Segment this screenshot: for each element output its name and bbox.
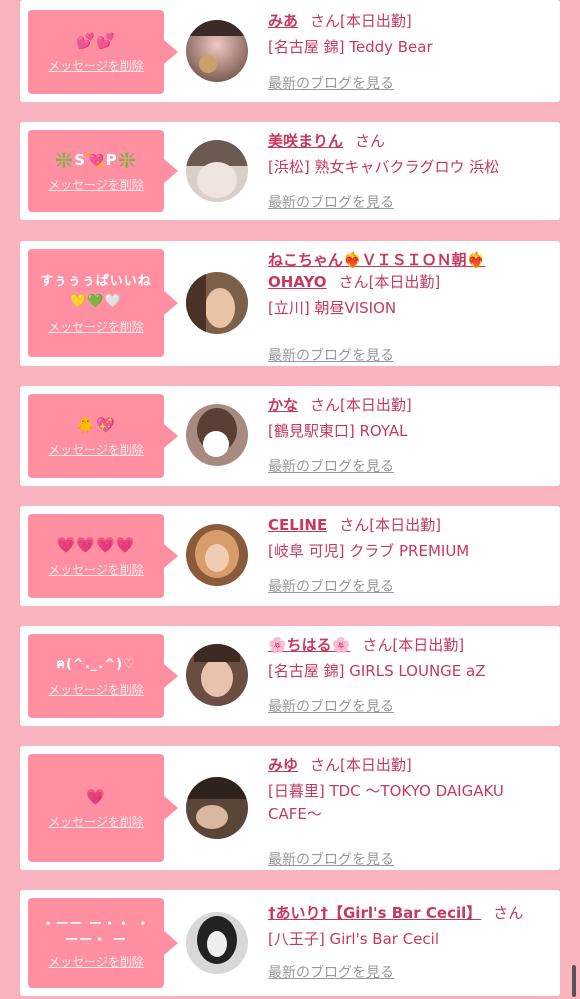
list-item: すぅぅぅぱいいね💛💚🤍 メッセージを削除 ねこちゃん❤️‍🔥ＶＩＳＩＯＮ朝❤️‍… <box>20 241 560 366</box>
honorific: さん <box>310 12 341 30</box>
message-text: 💗 <box>86 787 106 806</box>
cast-name-link[interactable]: みゆ <box>268 756 298 774</box>
message-text: すぅぅぅぱいいね💛💚🤍 <box>40 273 152 309</box>
message-bubble: 💕💕 メッセージを削除 <box>28 10 178 94</box>
delete-message-button[interactable]: メッセージを削除 <box>48 681 144 698</box>
cast-name-link[interactable]: みあ <box>268 12 298 30</box>
honorific: さん <box>338 273 369 291</box>
list-item: ฅ(^._.^)♡ メッセージを削除 🌸ちはる🌸 さん[本日出勤] [名古屋 錦]… <box>20 626 560 726</box>
message-bubble: ฅ(^._.^)♡ メッセージを削除 <box>28 634 178 718</box>
list-item: ・ーー ー・・ ・ーー・ ー メッセージを削除 †あいり†【Girl's Bar… <box>20 890 560 996</box>
delete-message-button[interactable]: メッセージを削除 <box>48 176 144 193</box>
message-text: 🐥💖 <box>76 415 116 434</box>
honorific: さん <box>339 516 370 534</box>
delete-message-button[interactable]: メッセージを削除 <box>48 318 144 335</box>
avatar[interactable] <box>186 20 248 82</box>
delete-message-button[interactable]: メッセージを削除 <box>48 813 144 830</box>
shop-name: [鶴見駅東口] ROYAL <box>268 422 408 440</box>
status-badge: [本日出勤] <box>340 12 412 30</box>
message-bubble: 💗 メッセージを削除 <box>28 754 178 862</box>
avatar[interactable] <box>186 140 248 202</box>
cast-name-link[interactable]: 🌸ちはる🌸 <box>268 636 350 654</box>
latest-blog-link[interactable]: 最新のブログを見る <box>268 345 394 365</box>
message-bubble: ❇️S💘P❇️ メッセージを削除 <box>28 130 178 212</box>
list-item: 🐥💖 メッセージを削除 かな さん[本日出勤] [鶴見駅東口] ROYAL 最新の… <box>20 386 560 486</box>
shop-name: [岐阜 可児] クラブ PREMIUM <box>268 542 470 560</box>
status-badge: [本日出勤] <box>368 273 441 291</box>
delete-message-button[interactable]: メッセージを削除 <box>48 441 144 458</box>
shop-name: [日暮里] TDC 〜TOKYO DAIGAKU CAFE〜 <box>268 782 504 823</box>
list-item: 💗💗💗💗 メッセージを削除 CELINE さん[本日出勤] [岐阜 可児] クラブ… <box>20 506 560 606</box>
scrollbar[interactable] <box>572 965 576 997</box>
honorific: さん <box>362 636 393 654</box>
delete-message-button[interactable]: メッセージを削除 <box>48 57 144 74</box>
latest-blog-link[interactable]: 最新のブログを見る <box>268 73 394 93</box>
latest-blog-link[interactable]: 最新のブログを見る <box>268 576 394 596</box>
list-item: 💗 メッセージを削除 みゆ さん[本日出勤] [日暮里] TDC 〜TOKYO D… <box>20 746 560 870</box>
avatar[interactable] <box>186 404 248 466</box>
shop-name: [名古屋 錦] Teddy Bear <box>268 38 433 56</box>
latest-blog-link[interactable]: 最新のブログを見る <box>268 849 394 869</box>
cast-name-link[interactable]: かな <box>268 396 298 414</box>
avatar[interactable] <box>186 272 248 334</box>
delete-message-button[interactable]: メッセージを削除 <box>48 953 144 970</box>
message-text: ・ーー ー・・ ・ーー・ ー <box>41 916 151 948</box>
shop-name: [浜松] 熟女キャバクラグロウ 浜松 <box>268 158 500 176</box>
cast-name-link[interactable]: †あいり†【Girl's Bar Cecil】 <box>268 904 481 922</box>
favorite-list: 💕💕 メッセージを削除 みあ さん[本日出勤] [名古屋 錦] Teddy Bea… <box>0 0 580 999</box>
message-bubble: 🐥💖 メッセージを削除 <box>28 394 178 478</box>
cast-name-link[interactable]: CELINE <box>268 516 327 534</box>
delete-message-button[interactable]: メッセージを削除 <box>48 561 144 578</box>
status-badge: [本日出勤] <box>392 636 465 654</box>
shop-name: [八王子] Girl's Bar Cecil <box>268 930 440 948</box>
message-bubble: 💗💗💗💗 メッセージを削除 <box>28 514 178 598</box>
latest-blog-link[interactable]: 最新のブログを見る <box>268 456 394 476</box>
honorific: さん <box>310 396 341 414</box>
shop-name: [立川] 朝昼VISION <box>268 299 397 317</box>
avatar[interactable] <box>186 912 248 974</box>
honorific: さん <box>493 904 524 922</box>
latest-blog-link[interactable]: 最新のブログを見る <box>268 696 394 716</box>
message-text: 💕💕 <box>76 31 116 50</box>
cast-name-link[interactable]: 美咲まりん <box>268 132 343 150</box>
message-text: ❇️S💘P❇️ <box>54 150 138 169</box>
list-item: ❇️S💘P❇️ メッセージを削除 美咲まりん さん [浜松] 熟女キャバクラグロウ… <box>20 122 560 220</box>
message-text: ฅ(^._.^)♡ <box>56 656 136 672</box>
message-bubble: すぅぅぅぱいいね💛💚🤍 メッセージを削除 <box>28 249 178 357</box>
message-text: 💗💗💗💗 <box>56 535 136 554</box>
status-badge: [本日出勤] <box>340 396 412 414</box>
list-item: 💕💕 メッセージを削除 みあ さん[本日出勤] [名古屋 錦] Teddy Bea… <box>20 0 560 102</box>
honorific: さん <box>355 132 386 150</box>
status-badge: [本日出勤] <box>340 756 412 774</box>
status-badge: [本日出勤] <box>369 516 441 534</box>
avatar[interactable] <box>186 777 248 839</box>
honorific: さん <box>310 756 341 774</box>
latest-blog-link[interactable]: 最新のブログを見る <box>268 962 394 982</box>
avatar[interactable] <box>186 524 248 586</box>
shop-name: [名古屋 錦] GIRLS LOUNGE aZ <box>268 662 486 680</box>
avatar[interactable] <box>186 644 248 706</box>
latest-blog-link[interactable]: 最新のブログを見る <box>268 192 394 212</box>
message-bubble: ・ーー ー・・ ・ーー・ ー メッセージを削除 <box>28 898 178 988</box>
